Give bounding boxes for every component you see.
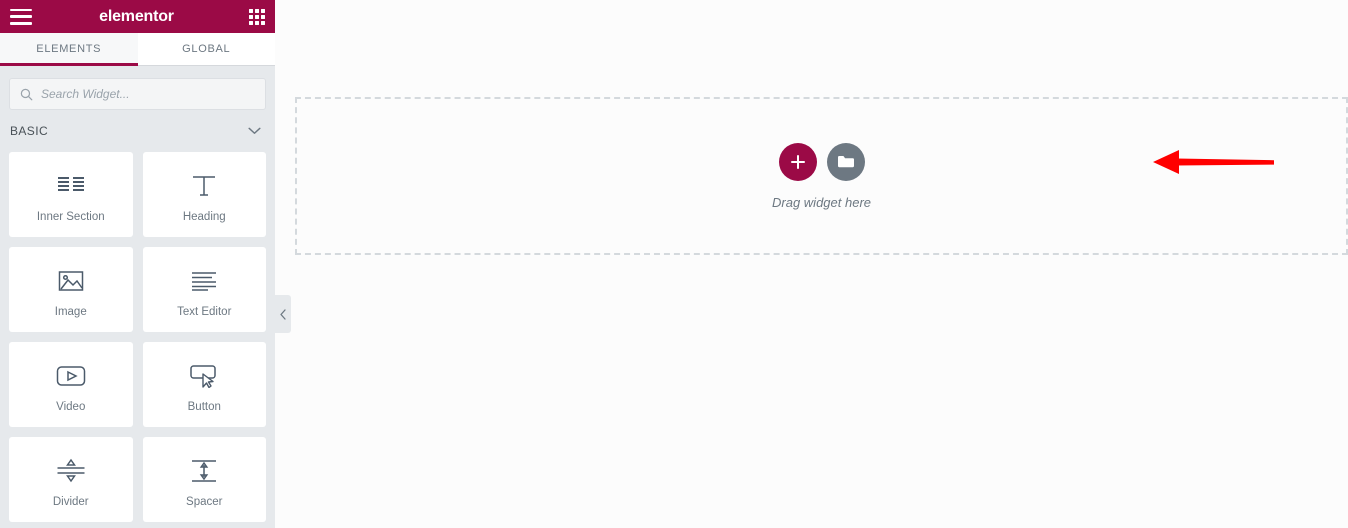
drop-zone-label: Drag widget here	[772, 194, 871, 210]
widget-text-editor[interactable]: Text Editor	[142, 247, 266, 332]
widget-inner-section[interactable]: Inner Section	[9, 152, 133, 237]
tab-elements[interactable]: ELEMENTS	[0, 33, 138, 66]
heading-icon	[191, 166, 217, 206]
folder-icon	[837, 156, 854, 168]
search-box[interactable]	[9, 78, 266, 110]
text-editor-icon	[190, 261, 218, 301]
widgets-list: Inner Section Heading Image Text Editor …	[0, 152, 275, 528]
inner-section-icon	[57, 166, 85, 206]
chevron-left-icon	[280, 308, 286, 320]
spacer-icon	[189, 451, 219, 491]
widget-image[interactable]: Image	[9, 247, 133, 332]
widget-label: Heading	[182, 211, 226, 223]
tab-global[interactable]: GLOBAL	[137, 33, 275, 65]
widget-label: Image	[54, 306, 87, 318]
divider-icon	[56, 451, 86, 491]
widget-label: Text Editor	[177, 306, 232, 318]
widget-divider[interactable]: Divider	[9, 437, 133, 522]
chevron-down-icon	[248, 127, 261, 134]
widgets-grid: Inner Section Heading Image Text Editor …	[9, 152, 266, 522]
search-container	[0, 66, 275, 110]
elementor-logo: elementor	[99, 7, 174, 25]
button-icon	[189, 356, 219, 396]
widgets-panel: elementor ELEMENTS GLOBAL BASIC	[0, 0, 291, 528]
category-basic[interactable]: BASIC	[0, 110, 275, 152]
drop-zone-buttons	[778, 142, 865, 181]
add-template-button[interactable]	[826, 142, 865, 181]
elementor-editor: elementor ELEMENTS GLOBAL BASIC	[0, 0, 1348, 528]
widget-label: Inner Section	[36, 211, 105, 223]
annotation-arrow-icon	[1153, 150, 1274, 174]
widget-label: Divider	[52, 496, 89, 508]
add-section-button[interactable]	[778, 142, 817, 181]
hamburger-icon[interactable]	[10, 8, 32, 25]
widget-spacer[interactable]: Spacer	[142, 437, 266, 522]
panel-header: elementor	[0, 0, 275, 33]
widget-label: Button	[187, 401, 221, 413]
plus-icon	[790, 154, 805, 169]
apps-grid-icon[interactable]	[248, 8, 265, 25]
search-input[interactable]	[41, 87, 255, 101]
widget-heading[interactable]: Heading	[142, 152, 266, 237]
video-icon	[56, 356, 86, 396]
widget-label: Video	[56, 401, 86, 413]
panel-tabs: ELEMENTS GLOBAL	[0, 33, 275, 66]
widget-label: Spacer	[186, 496, 223, 508]
image-icon	[58, 261, 84, 301]
widget-video[interactable]: Video	[9, 342, 133, 427]
search-icon	[20, 88, 33, 100]
editor-canvas: Drag widget here	[275, 0, 1348, 528]
panel-collapse-handle[interactable]	[275, 295, 291, 333]
widget-button[interactable]: Button	[142, 342, 266, 427]
category-label: BASIC	[10, 124, 49, 138]
